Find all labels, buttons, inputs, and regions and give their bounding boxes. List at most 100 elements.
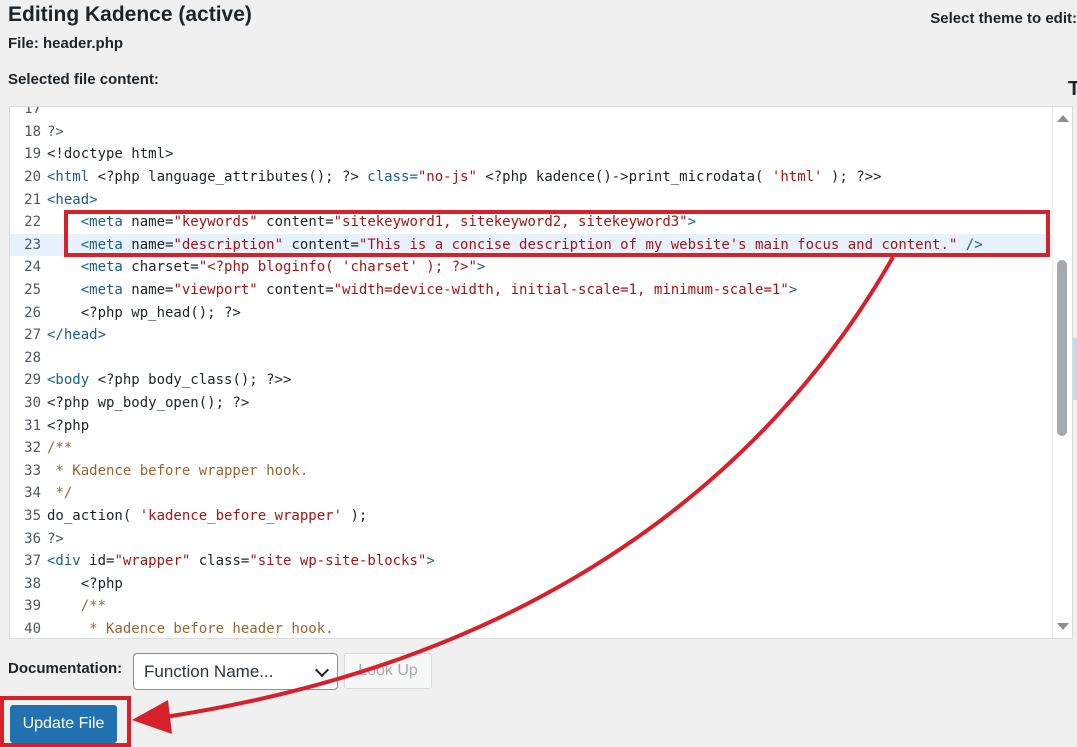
line-number: 25 bbox=[24, 282, 41, 299]
code-line[interactable]: 27 </head> bbox=[10, 324, 1052, 347]
code-line[interactable]: 32 /** bbox=[10, 437, 1052, 460]
code-line[interactable]: 30 <?php wp_body_open(); ?> bbox=[10, 392, 1052, 415]
code-line[interactable]: 17 bbox=[10, 107, 1052, 121]
code-token: "width=device-width, initial-scale=1, mi… bbox=[333, 282, 789, 299]
code-line[interactable]: 29 <body <?php body_class(); ?>> bbox=[10, 369, 1052, 392]
code-text: <meta charset="<?php bloginfo( 'charset'… bbox=[47, 259, 486, 276]
line-number: 30 bbox=[24, 395, 41, 412]
line-number: 29 bbox=[24, 372, 41, 389]
code-area[interactable]: 17 18 ?> 19 <!doctype html> 20 <html <?php lan… bbox=[10, 107, 1052, 638]
code-text: <!doctype html> bbox=[47, 146, 173, 162]
code-line[interactable]: 31 <?php bbox=[10, 414, 1052, 437]
code-line[interactable]: 33 * Kadence before wrapper hook. bbox=[10, 460, 1052, 483]
code-token: */ bbox=[47, 485, 73, 502]
code-line[interactable]: 18 ?> bbox=[10, 121, 1052, 144]
code-token: /** bbox=[47, 440, 73, 457]
code-line[interactable]: 21 <head> bbox=[10, 188, 1052, 211]
code-line[interactable]: 24 <meta charset="<?php bloginfo( 'chars… bbox=[10, 256, 1052, 279]
code-token: "site wp-site-blocks" bbox=[249, 553, 427, 570]
code-token: class= bbox=[367, 169, 418, 186]
code-token: ); bbox=[342, 507, 368, 524]
code-token: class= bbox=[190, 553, 250, 570]
code-token: <div bbox=[47, 553, 90, 570]
documentation-label: Documentation: bbox=[8, 660, 123, 677]
code-token: <?php language_attributes(); ?> bbox=[97, 169, 368, 186]
code-line[interactable]: 38 <?php bbox=[10, 572, 1052, 595]
code-token: "keywords" bbox=[173, 214, 258, 231]
code-token: content= bbox=[257, 214, 334, 231]
code-token: charset= bbox=[131, 259, 199, 276]
code-lines: 17 18 ?> 19 <!doctype html> 20 <html <?php lan… bbox=[10, 107, 1052, 638]
code-token: > bbox=[788, 282, 798, 299]
line-number: 40 bbox=[24, 620, 41, 637]
code-text: /** bbox=[47, 598, 106, 614]
code-token: <?php bbox=[47, 417, 90, 434]
editor-scrollbar[interactable] bbox=[1052, 107, 1072, 638]
code-token: 'html' bbox=[771, 169, 823, 186]
code-token: "wrapper" bbox=[114, 553, 191, 570]
code-line[interactable]: 36 ?> bbox=[10, 527, 1052, 550]
code-line[interactable]: 26 <?php wp_head(); ?> bbox=[10, 301, 1052, 324]
code-line[interactable]: 22 <meta name="keywords" content="siteke… bbox=[10, 211, 1052, 234]
line-number: 18 bbox=[24, 123, 41, 140]
chevron-down-icon bbox=[314, 662, 330, 678]
code-token: <?php wp_head(); ?> bbox=[47, 304, 241, 321]
code-token: <meta bbox=[47, 282, 132, 299]
code-token: ); ?>> bbox=[822, 169, 882, 186]
code-token: do_action( bbox=[47, 507, 140, 524]
code-line[interactable]: 20 <html <?php language_attributes(); ?> … bbox=[10, 166, 1052, 189]
code-token: "This is a concise description of my web… bbox=[358, 236, 958, 253]
code-line[interactable]: 40 * Kadence before header hook. bbox=[10, 618, 1052, 638]
code-token: 'kadence_before_wrapper' bbox=[139, 507, 343, 524]
code-line[interactable]: 34 */ bbox=[10, 482, 1052, 505]
code-text: <?php bbox=[47, 418, 89, 434]
code-editor[interactable]: 17 18 ?> 19 <!doctype html> 20 <html <?php lan… bbox=[9, 106, 1073, 639]
code-token: /> bbox=[957, 236, 983, 253]
line-number: 32 bbox=[24, 440, 41, 457]
code-line[interactable]: 25 <meta name="viewport" content="width=… bbox=[10, 279, 1052, 302]
look-up-button[interactable]: Look Up bbox=[344, 653, 432, 689]
code-line[interactable]: 23 <meta name="description" content="Thi… bbox=[10, 233, 1052, 257]
code-text: ?> bbox=[47, 531, 64, 547]
line-number: 27 bbox=[24, 327, 41, 344]
line-number: 31 bbox=[24, 417, 41, 434]
line-number: 34 bbox=[24, 485, 41, 502]
code-token: > bbox=[426, 553, 435, 570]
line-number: 21 bbox=[24, 191, 41, 208]
code-token: * Kadence before wrapper hook. bbox=[47, 462, 309, 479]
code-text: <meta name="description" content="This i… bbox=[47, 237, 983, 253]
file-name: File: header.php bbox=[8, 35, 124, 52]
selected-file-content-label: Selected file content: bbox=[8, 71, 159, 88]
code-text: */ bbox=[47, 485, 72, 501]
code-text: do_action( 'kadence_before_wrapper' ); bbox=[47, 508, 367, 524]
code-line[interactable]: 28 bbox=[10, 347, 1052, 370]
select-theme-label: Select theme to edit: bbox=[930, 10, 1077, 27]
code-text: </head> bbox=[47, 327, 106, 343]
code-text: <html <?php language_attributes(); ?> cl… bbox=[47, 169, 882, 185]
code-token: name= bbox=[131, 236, 174, 253]
code-text: * Kadence before wrapper hook. bbox=[47, 463, 308, 479]
annotation-arrow-head bbox=[132, 700, 172, 734]
code-token: /** bbox=[47, 598, 107, 615]
scroll-up-arrow-icon[interactable] bbox=[1057, 115, 1069, 122]
code-token: <?php body_class(); ?>> bbox=[97, 372, 292, 389]
update-file-button[interactable]: Update File bbox=[10, 705, 117, 743]
code-token: > bbox=[687, 214, 697, 231]
code-text: <?php wp_body_open(); ?> bbox=[47, 395, 249, 411]
code-token: <meta bbox=[47, 236, 132, 253]
line-number: 20 bbox=[24, 169, 41, 186]
line-number: 22 bbox=[24, 214, 41, 231]
scrollbar-thumb[interactable] bbox=[1057, 260, 1067, 436]
code-text: * Kadence before header hook. bbox=[47, 621, 333, 637]
code-token: <!doctype html> bbox=[47, 146, 174, 163]
code-line[interactable]: 19 <!doctype html> bbox=[10, 143, 1052, 166]
code-line[interactable]: 37 <div id="wrapper" class="site wp-site-… bbox=[10, 550, 1052, 573]
code-token: name= bbox=[131, 214, 174, 231]
line-number: 24 bbox=[24, 259, 41, 276]
code-line[interactable]: 39 /** bbox=[10, 595, 1052, 618]
scroll-down-arrow-icon[interactable] bbox=[1057, 623, 1069, 630]
code-text: ?> bbox=[47, 124, 64, 140]
code-token: <body bbox=[47, 372, 98, 389]
code-line[interactable]: 35 do_action( 'kadence_before_wrapper' ); bbox=[10, 505, 1052, 528]
documentation-function-select[interactable]: Function Name... bbox=[133, 653, 338, 690]
